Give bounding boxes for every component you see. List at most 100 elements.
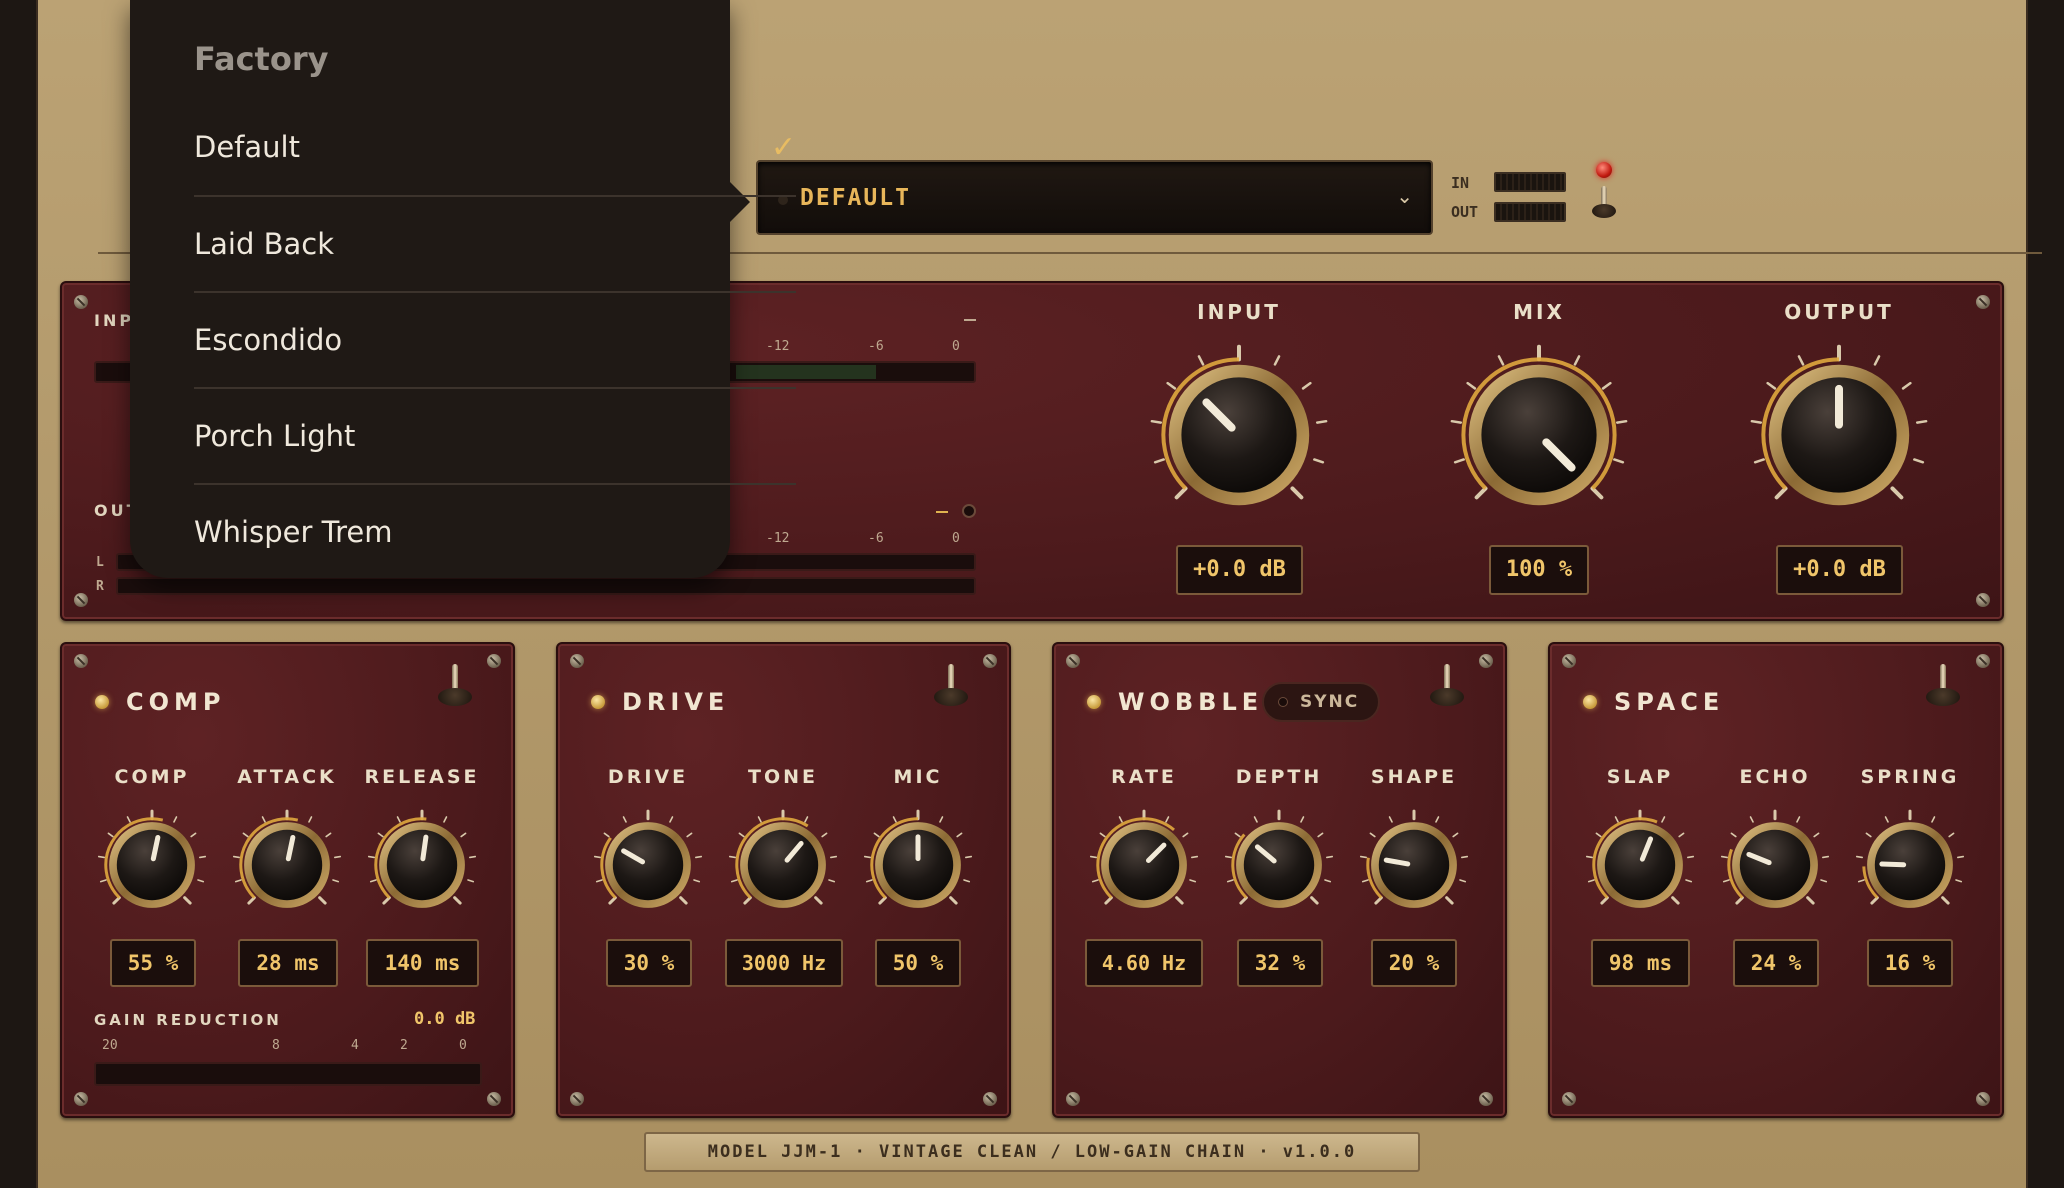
input-meter-fill <box>736 365 876 379</box>
mic-knob[interactable] <box>863 809 973 920</box>
preset-name: DEFAULT <box>800 185 911 211</box>
tone-knob[interactable] <box>728 809 838 920</box>
drive-amount-title: DRIVE <box>607 766 689 788</box>
spring-title: SPRING <box>1860 766 1960 788</box>
power-led <box>1596 162 1612 178</box>
mic-title: MIC <box>893 766 943 788</box>
comp-title: COMP <box>126 688 226 716</box>
in-label: IN <box>1451 174 1470 192</box>
preset-item-laid-back[interactable]: Laid Back <box>194 227 796 261</box>
input-value[interactable]: +0.0 dB <box>1176 545 1303 595</box>
sync-label: SYNC <box>1300 692 1360 712</box>
meter-minus <box>964 319 976 321</box>
slap-title: SLAP <box>1606 766 1674 788</box>
dropdown-pointer <box>730 182 750 222</box>
shape-title: SHAPE <box>1370 766 1458 788</box>
echo-title: ECHO <box>1739 766 1811 788</box>
preset-item-porch-light[interactable]: Porch Light <box>194 419 796 453</box>
mix-knob[interactable] <box>1449 344 1629 525</box>
screw <box>1976 593 1990 607</box>
output-mini-meter <box>1494 202 1566 222</box>
comp-amount-value[interactable]: 55 % <box>110 939 196 987</box>
space-title: SPACE <box>1614 688 1725 716</box>
mix-value[interactable]: 100 % <box>1489 545 1589 595</box>
right-channel-label: R <box>96 579 104 594</box>
gr-scale-tick: 0 <box>459 1038 467 1053</box>
drive-amount-knob[interactable] <box>593 809 703 920</box>
comp-amount-title: COMP <box>114 766 190 788</box>
wobble-enabled-led <box>1087 695 1101 709</box>
screw <box>74 295 88 309</box>
spring-knob[interactable] <box>1855 809 1965 920</box>
comp-enabled-led <box>95 695 109 709</box>
rate-knob[interactable] <box>1089 809 1199 920</box>
mix-knob-title: MIX <box>1513 300 1565 324</box>
tone-value[interactable]: 3000 Hz <box>725 939 843 987</box>
gr-scale-tick: 2 <box>400 1038 408 1053</box>
mic-value[interactable]: 50 % <box>875 939 961 987</box>
depth-knob[interactable] <box>1224 809 1334 920</box>
scale-tick: -6 <box>868 339 884 354</box>
depth-title: DEPTH <box>1235 766 1323 788</box>
rate-value[interactable]: 4.60 Hz <box>1085 939 1203 987</box>
preset-selector[interactable]: DEFAULT ⌄ <box>756 160 1433 235</box>
menu-divider <box>194 195 796 197</box>
left-channel-label: L <box>96 555 104 570</box>
shape-knob[interactable] <box>1359 809 1469 920</box>
drive-amount-value[interactable]: 30 % <box>606 939 692 987</box>
release-title: RELEASE <box>364 766 480 788</box>
menu-divider <box>194 291 796 293</box>
release-value[interactable]: 140 ms <box>366 939 479 987</box>
drive-title: DRIVE <box>622 688 730 716</box>
input-mini-meter <box>1494 172 1566 192</box>
output-knob[interactable] <box>1749 344 1929 525</box>
gain-reduction-meter <box>94 1062 482 1086</box>
slap-knob[interactable] <box>1585 809 1695 920</box>
drive-enabled-led <box>591 695 605 709</box>
scale-tick: -6 <box>868 531 884 546</box>
preset-dropdown-menu: Factory Default ✓ Laid Back Escondido Po… <box>130 0 796 578</box>
clip-indicator[interactable] <box>962 504 976 518</box>
screw <box>1976 295 1990 309</box>
depth-value[interactable]: 32 % <box>1237 939 1323 987</box>
input-knob[interactable] <box>1149 344 1329 525</box>
gr-scale-tick: 20 <box>102 1038 118 1053</box>
tone-title: TONE <box>748 766 818 788</box>
slap-value[interactable]: 98 ms <box>1591 939 1690 987</box>
shape-value[interactable]: 20 % <box>1371 939 1457 987</box>
out-label: OUT <box>1451 203 1479 221</box>
gr-scale-tick: 8 <box>272 1038 280 1053</box>
input-meter-label: INP <box>94 311 135 330</box>
rate-title: RATE <box>1111 766 1177 788</box>
gain-reduction-value: 0.0 dB <box>414 1009 476 1029</box>
preset-item-whisper-trem[interactable]: Whisper Trem <box>194 515 796 549</box>
dropdown-section-header: Factory <box>194 40 329 78</box>
comp-amount-knob[interactable] <box>97 809 207 920</box>
scale-tick: 0 <box>952 339 960 354</box>
gr-scale-tick: 4 <box>351 1038 359 1053</box>
output-knob-title: OUTPUT <box>1784 300 1894 324</box>
spring-value[interactable]: 16 % <box>1867 939 1953 987</box>
attack-title: ATTACK <box>237 766 337 788</box>
menu-divider <box>194 483 796 485</box>
echo-knob[interactable] <box>1720 809 1830 920</box>
preset-item-escondido[interactable]: Escondido <box>194 323 796 357</box>
attack-knob[interactable] <box>232 809 342 920</box>
preset-item-label: Whisper Trem <box>194 515 393 549</box>
model-plate: MODEL JJM-1 · VINTAGE CLEAN / LOW-GAIN C… <box>644 1132 1420 1172</box>
preset-item-default[interactable]: Default ✓ <box>194 130 796 170</box>
chevron-down-icon: ⌄ <box>1396 184 1413 208</box>
meter-minus <box>936 511 948 513</box>
wobble-title: WOBBLE <box>1118 688 1264 716</box>
screw <box>74 593 88 607</box>
menu-divider <box>194 387 796 389</box>
release-knob[interactable] <box>367 809 477 920</box>
space-enabled-led <box>1583 695 1597 709</box>
gain-reduction-label: GAIN REDUCTION <box>94 1011 282 1029</box>
echo-value[interactable]: 24 % <box>1733 939 1819 987</box>
sync-button[interactable]: SYNC <box>1262 682 1380 722</box>
scale-tick: 0 <box>952 531 960 546</box>
attack-value[interactable]: 28 ms <box>238 939 338 987</box>
preset-item-label: Default <box>194 130 300 164</box>
output-value[interactable]: +0.0 dB <box>1776 545 1903 595</box>
